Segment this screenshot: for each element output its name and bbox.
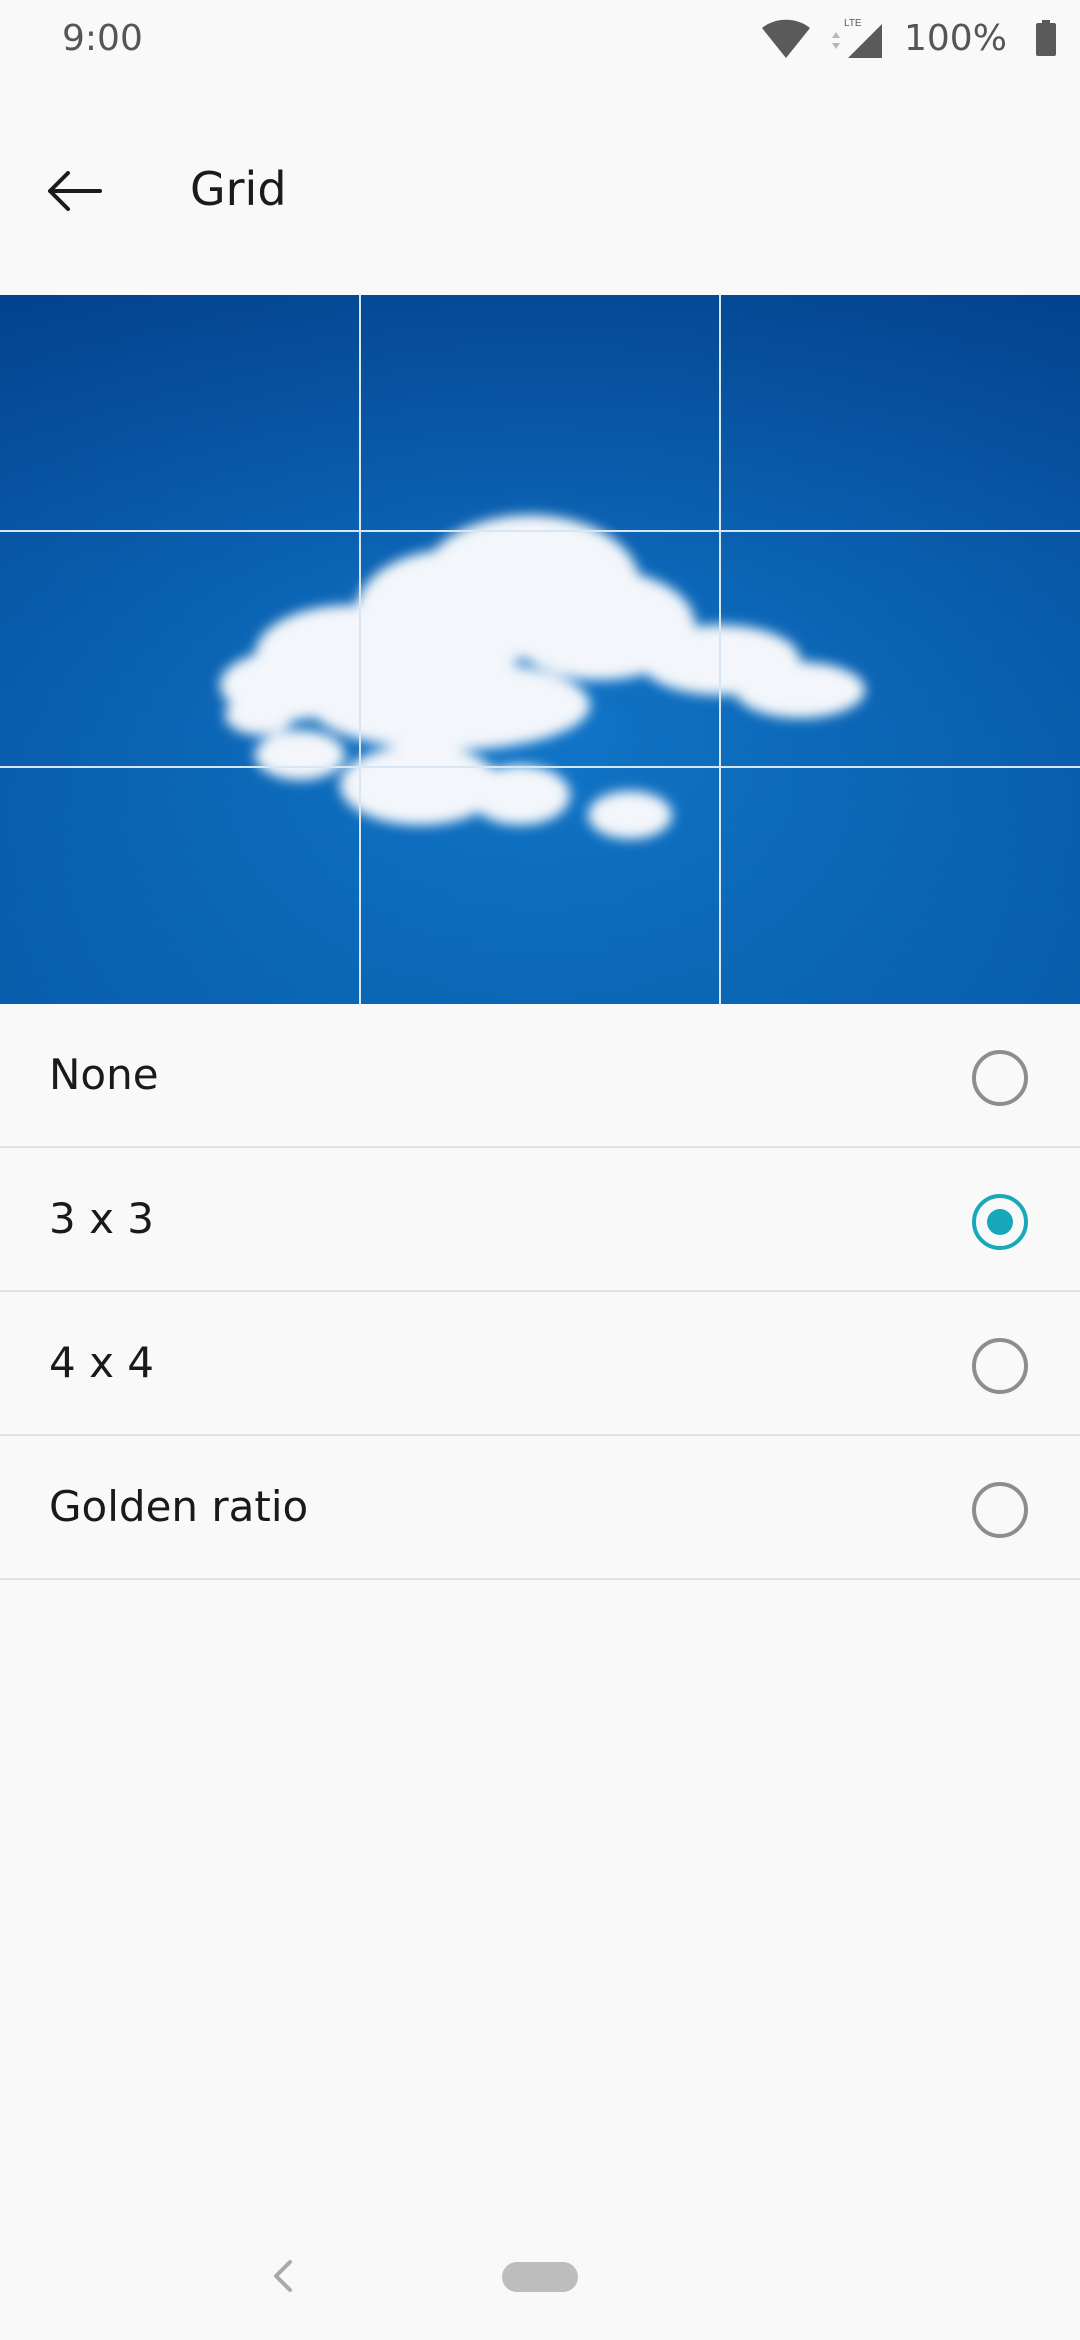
grid-options-list: None 3 x 3 4 x 4 Golden ratio [0,1004,1080,1580]
home-pill-icon[interactable] [502,2262,578,2292]
network-type-label: LTE [844,18,862,29]
option-label: None [49,1050,159,1099]
chevron-left-icon[interactable] [268,2256,298,2296]
option-none[interactable]: None [0,1004,1080,1148]
toolbar: Grid [0,110,1080,270]
grid-preview-image [0,295,1080,1004]
status-icons: LTE 100% [660,0,1080,80]
option-label: 3 x 3 [49,1194,154,1243]
status-bar: 9:00 LTE 100% [0,0,1080,80]
radio-unselected-icon[interactable] [972,1050,1028,1106]
option-label: 4 x 4 [49,1338,154,1387]
option-label: Golden ratio [49,1482,309,1531]
radio-unselected-icon[interactable] [972,1338,1028,1394]
page-title: Grid [190,162,287,216]
radio-unselected-icon[interactable] [972,1482,1028,1538]
arrow-left-icon [48,171,102,211]
back-button[interactable] [30,146,120,236]
grid-settings-screen: 9:00 LTE 100% Grid None 3 x 3 4 x 4 Gold… [0,0,1080,2340]
status-time: 9:00 [62,18,143,59]
option-golden-ratio[interactable]: Golden ratio [0,1436,1080,1580]
option-4x4[interactable]: 4 x 4 [0,1292,1080,1436]
option-3x3[interactable]: 3 x 3 [0,1148,1080,1292]
radio-selected-icon[interactable] [972,1194,1028,1250]
battery-percent: 100% [904,18,1007,59]
wifi-icon [762,19,810,58]
cell-signal-icon: LTE [832,18,882,58]
cloud-image [0,295,1080,1004]
battery-icon [1036,20,1056,56]
